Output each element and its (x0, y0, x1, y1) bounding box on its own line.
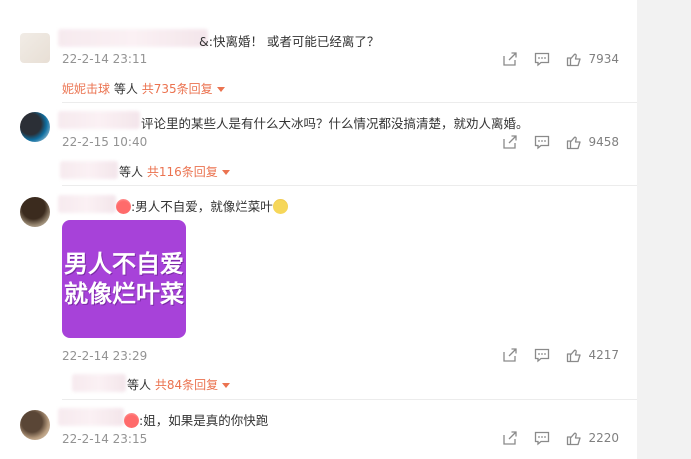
divider (62, 399, 637, 400)
like-button[interactable]: 9458 (566, 134, 619, 150)
share-button[interactable] (502, 347, 518, 363)
thumbs-up-icon (567, 349, 582, 363)
share-button[interactable] (502, 51, 518, 67)
share-icon (503, 135, 518, 149)
avatar[interactable] (20, 197, 50, 227)
thumbs-up-icon (567, 432, 582, 446)
divider (62, 185, 637, 186)
like-button[interactable]: 4217 (566, 347, 619, 363)
reply-count-link[interactable]: 共735条回复 (142, 82, 213, 96)
comment-button[interactable] (534, 134, 550, 150)
like-count: 7934 (588, 52, 619, 66)
reply-suffix: 等人 (113, 82, 138, 96)
like-count: 4217 (588, 348, 619, 362)
comment-text: :姐，如果是真的你快跑 (124, 410, 268, 429)
thumbs-up-icon (567, 53, 582, 67)
chevron-down-icon (222, 383, 231, 388)
like-button[interactable]: 2220 (566, 430, 619, 446)
comment-text: &:快离婚！ 或者可能已经离了？ (199, 34, 380, 49)
emoji-icon (116, 199, 131, 214)
redacted-username (58, 111, 140, 129)
reply-user-link[interactable]: 妮妮击球 (62, 82, 110, 96)
comment-date: 22-2-14 23:29 (62, 349, 148, 363)
reply-summary[interactable]: 妮妮击球 等人 共735条回复 (62, 80, 225, 97)
comment-actions: 7934 (486, 50, 619, 68)
comment-actions: 9458 (486, 133, 619, 151)
redacted-username (58, 29, 208, 47)
redacted-username (58, 408, 124, 426)
comment-text: 评论里的某些人是有什么大冰吗？什么情况都没搞清楚，就劝人离婚。 (141, 116, 529, 131)
share-icon (503, 52, 518, 66)
redacted-reply-user (60, 161, 118, 179)
reply-summary[interactable]: 等人 共116条回复 (119, 163, 230, 180)
share-icon (503, 431, 518, 445)
side-gutter (637, 0, 691, 459)
comment-date: 22-2-14 23:11 (62, 52, 148, 66)
divider (62, 102, 637, 103)
like-button[interactable]: 7934 (566, 51, 619, 67)
comment-button[interactable] (534, 430, 550, 446)
sticker-line-1: 男人不自爱 (64, 250, 184, 278)
comment-icon (535, 52, 550, 67)
emoji-icon (124, 413, 139, 428)
comment-icon (535, 348, 550, 363)
share-button[interactable] (502, 134, 518, 150)
share-icon (503, 348, 518, 362)
comment-button[interactable] (534, 347, 550, 363)
like-count: 2220 (588, 431, 619, 445)
comment-date: 22-2-15 10:40 (62, 135, 148, 149)
thumbs-up-icon (567, 136, 582, 150)
sticker-image[interactable]: 男人不自爱 就像烂叶菜 (62, 220, 186, 338)
reply-count-link[interactable]: 共84条回复 (155, 378, 218, 392)
comment-actions: 2220 (486, 429, 619, 447)
comment-date: 22-2-14 23:15 (62, 432, 148, 446)
avatar[interactable] (20, 33, 50, 63)
chevron-down-icon (216, 87, 225, 92)
comment-icon (535, 135, 550, 150)
avatar[interactable] (20, 410, 50, 440)
redacted-reply-user (72, 374, 126, 392)
reply-count-link[interactable]: 共116条回复 (147, 165, 218, 179)
avatar[interactable] (20, 112, 50, 142)
comment-text-body: :男人不自爱，就像烂菜叶 (131, 199, 273, 214)
comment-button[interactable] (534, 51, 550, 67)
comment-text-body: :姐，如果是真的你快跑 (139, 413, 269, 428)
cat-emoji-icon (272, 199, 288, 214)
comment-feed: &:快离婚！ 或者可能已经离了？ 22-2-14 23:11 7934 妮妮击球… (0, 0, 637, 459)
reply-suffix: 等人 (119, 165, 144, 179)
sticker-line-2: 就像烂叶菜 (64, 280, 184, 308)
share-button[interactable] (502, 430, 518, 446)
reply-summary[interactable]: 等人 共84条回复 (127, 376, 231, 393)
comment-actions: 4217 (486, 346, 619, 364)
comment-icon (535, 431, 550, 446)
comment-text: :男人不自爱，就像烂菜叶 (116, 196, 288, 215)
redacted-username (58, 195, 116, 213)
like-count: 9458 (588, 135, 619, 149)
reply-suffix: 等人 (127, 378, 152, 392)
chevron-down-icon (221, 170, 230, 175)
